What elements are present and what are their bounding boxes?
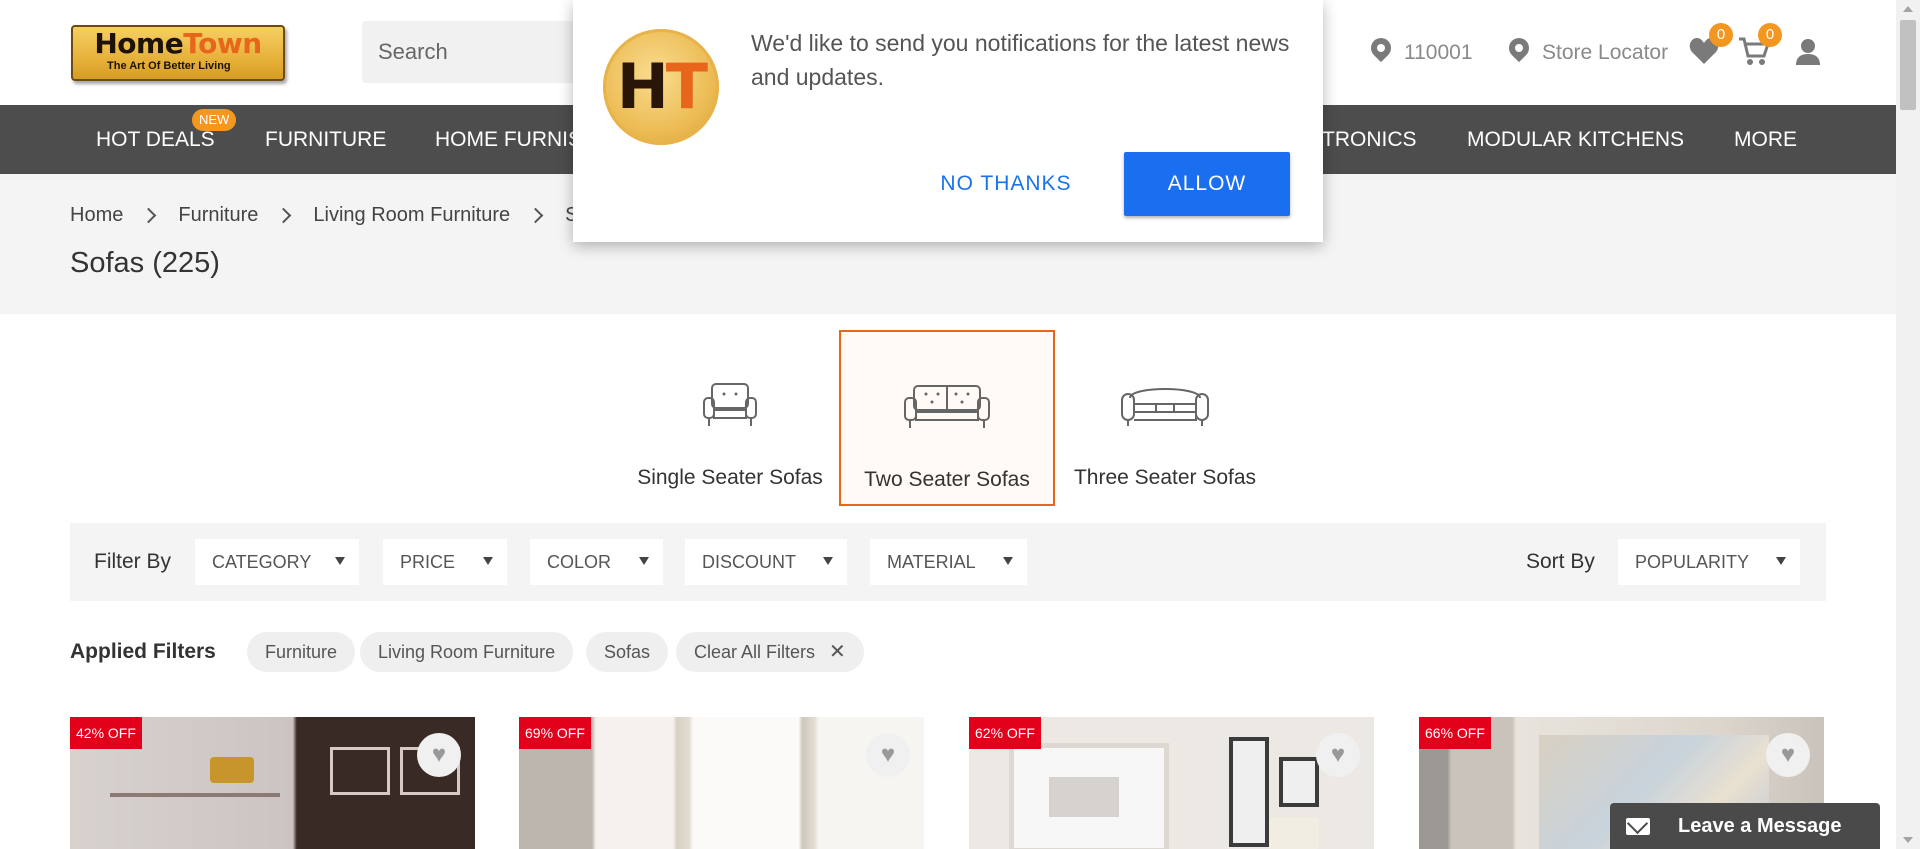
caret-down-icon (639, 557, 649, 565)
chevron-right-icon (527, 207, 544, 224)
clear-all-filters-label: Clear All Filters (694, 642, 816, 662)
nav-modular-kitchens[interactable]: MODULAR KITCHENS (1467, 105, 1684, 174)
breadcrumb-living-room-furniture[interactable]: Living Room Furniture (313, 204, 510, 227)
pincode-selector[interactable]: 110001 (1370, 0, 1473, 105)
add-to-wishlist-button[interactable]: ♥ (1316, 733, 1360, 777)
filter-color-label: COLOR (547, 552, 612, 572)
category-label: Three Seater Sofas (1073, 466, 1257, 489)
filter-price-label: PRICE (400, 552, 456, 572)
breadcrumb: Home Furniture Living Room Furniture Sc (70, 204, 588, 227)
logo-wordmark: HomeTown (94, 27, 262, 60)
wishlist-count-badge: 0 (1709, 23, 1733, 47)
nav-more[interactable]: MORE (1734, 105, 1797, 174)
category-single-seater-sofas[interactable]: Single Seater Sofas (622, 330, 838, 506)
nav-hot-deals[interactable]: HOT DEALS NEW (96, 105, 237, 174)
ht-logo: HT (603, 29, 719, 145)
filter-color-dropdown[interactable]: COLOR (530, 539, 663, 585)
scroll-up-arrow-icon[interactable] (1903, 6, 1913, 12)
discount-badge: 69% OFF (519, 717, 591, 749)
wishlist-button[interactable]: 0 (1689, 23, 1733, 65)
applied-filters-label: Applied Filters (70, 640, 216, 663)
product-card[interactable]: 69% OFF ♥ (519, 717, 924, 849)
caret-down-icon (483, 557, 493, 565)
filter-price-dropdown[interactable]: PRICE (383, 539, 507, 585)
nav-home-furnishings[interactable]: HOME FURNIS (435, 105, 582, 174)
discount-badge: 62% OFF (969, 717, 1041, 749)
add-to-wishlist-button[interactable]: ♥ (417, 733, 461, 777)
page-scrollbar[interactable] (1896, 0, 1920, 849)
clear-all-filters-button[interactable]: Clear All Filters ✕ (676, 632, 864, 672)
chevron-right-icon (141, 207, 157, 224)
scroll-down-arrow-icon[interactable] (1903, 837, 1913, 843)
applied-filter-chip[interactable]: Sofas (586, 632, 669, 672)
heart-icon: ♥ (431, 741, 447, 768)
heart-icon: ♥ (880, 741, 896, 768)
scrollbar-thumb[interactable] (1900, 20, 1916, 110)
caret-down-icon (1776, 557, 1786, 565)
caret-down-icon (335, 557, 345, 565)
discount-badge: 42% OFF (70, 717, 142, 749)
nav-furniture[interactable]: FURNITURE (265, 105, 386, 174)
notification-permission-dialog: HT We'd like to send you notifications f… (573, 0, 1323, 242)
pincode-text: 110001 (1404, 40, 1473, 64)
hometown-logo[interactable]: HomeTown The Art Of Better Living (71, 25, 285, 81)
discount-badge: 66% OFF (1419, 717, 1491, 749)
notification-message: We'd like to send you notifications for … (751, 30, 1290, 90)
filter-discount-label: DISCOUNT (702, 552, 796, 572)
chevron-right-icon (276, 207, 292, 224)
account-button[interactable] (1795, 38, 1821, 66)
applied-filter-chip[interactable]: Living Room Furniture (360, 632, 574, 672)
breadcrumb-home[interactable]: Home (70, 204, 123, 227)
heart-icon: ♥ (1780, 741, 1796, 768)
store-locator-text: Store Locator (1542, 40, 1669, 64)
leave-a-message-label: Leave a Message (1678, 815, 1842, 837)
no-thanks-button[interactable]: NO THANKS (906, 152, 1106, 216)
category-label: Two Seater Sofas (864, 468, 1030, 491)
sort-value: POPULARITY (1635, 552, 1750, 572)
filter-material-dropdown[interactable]: MATERIAL (870, 539, 1027, 585)
location-pin-icon (1370, 37, 1392, 69)
filter-discount-dropdown[interactable]: DISCOUNT (685, 539, 847, 585)
heart-icon: ♥ (1330, 741, 1346, 768)
breadcrumb-furniture[interactable]: Furniture (178, 204, 258, 227)
page-title: Sofas (225) (70, 247, 220, 279)
add-to-wishlist-button[interactable]: ♥ (1766, 733, 1810, 777)
search-box[interactable] (362, 21, 582, 83)
filter-category-dropdown[interactable]: CATEGORY (195, 539, 359, 585)
sort-by-label: Sort By (1526, 550, 1595, 573)
product-card[interactable]: 42% OFF ♥ (70, 717, 475, 849)
category-three-seater-sofas[interactable]: Three Seater Sofas (1057, 330, 1273, 506)
filter-material-label: MATERIAL (887, 552, 976, 572)
search-input[interactable] (362, 21, 582, 83)
new-badge: NEW (192, 109, 237, 131)
filter-bar: Filter By CATEGORY PRICE COLOR DISCOUNT … (70, 523, 1826, 601)
single-sofa-icon (703, 383, 757, 426)
two-seater-sofa-icon (904, 385, 990, 428)
product-card[interactable]: 62% OFF ♥ (969, 717, 1374, 849)
sort-dropdown[interactable]: POPULARITY (1618, 539, 1800, 585)
cart-button[interactable]: 0 (1738, 23, 1782, 67)
cart-count-badge: 0 (1758, 23, 1782, 47)
category-two-seater-sofas[interactable]: Two Seater Sofas (839, 330, 1055, 506)
category-label: Single Seater Sofas (637, 466, 823, 489)
filter-category-label: CATEGORY (212, 552, 312, 572)
logo-tagline: The Art Of Better Living (107, 60, 231, 72)
leave-a-message-button[interactable]: Leave a Message (1610, 803, 1880, 849)
three-seater-sofa-icon (1121, 388, 1209, 426)
caret-down-icon (823, 557, 833, 565)
user-icon (1796, 39, 1820, 65)
store-location-pin-icon (1508, 37, 1530, 69)
store-locator-link[interactable]: Store Locator (1508, 0, 1668, 105)
allow-button[interactable]: ALLOW (1124, 152, 1290, 216)
add-to-wishlist-button[interactable]: ♥ (866, 733, 910, 777)
nav-hot-deals-label: HOT DEALS (96, 128, 215, 151)
filter-by-label: Filter By (94, 550, 172, 573)
envelope-icon (1626, 818, 1650, 835)
close-icon: ✕ (829, 641, 846, 663)
caret-down-icon (1003, 557, 1013, 565)
nav-electronics[interactable]: TRONICS (1322, 105, 1417, 174)
applied-filter-chip[interactable]: Furniture (247, 632, 356, 672)
